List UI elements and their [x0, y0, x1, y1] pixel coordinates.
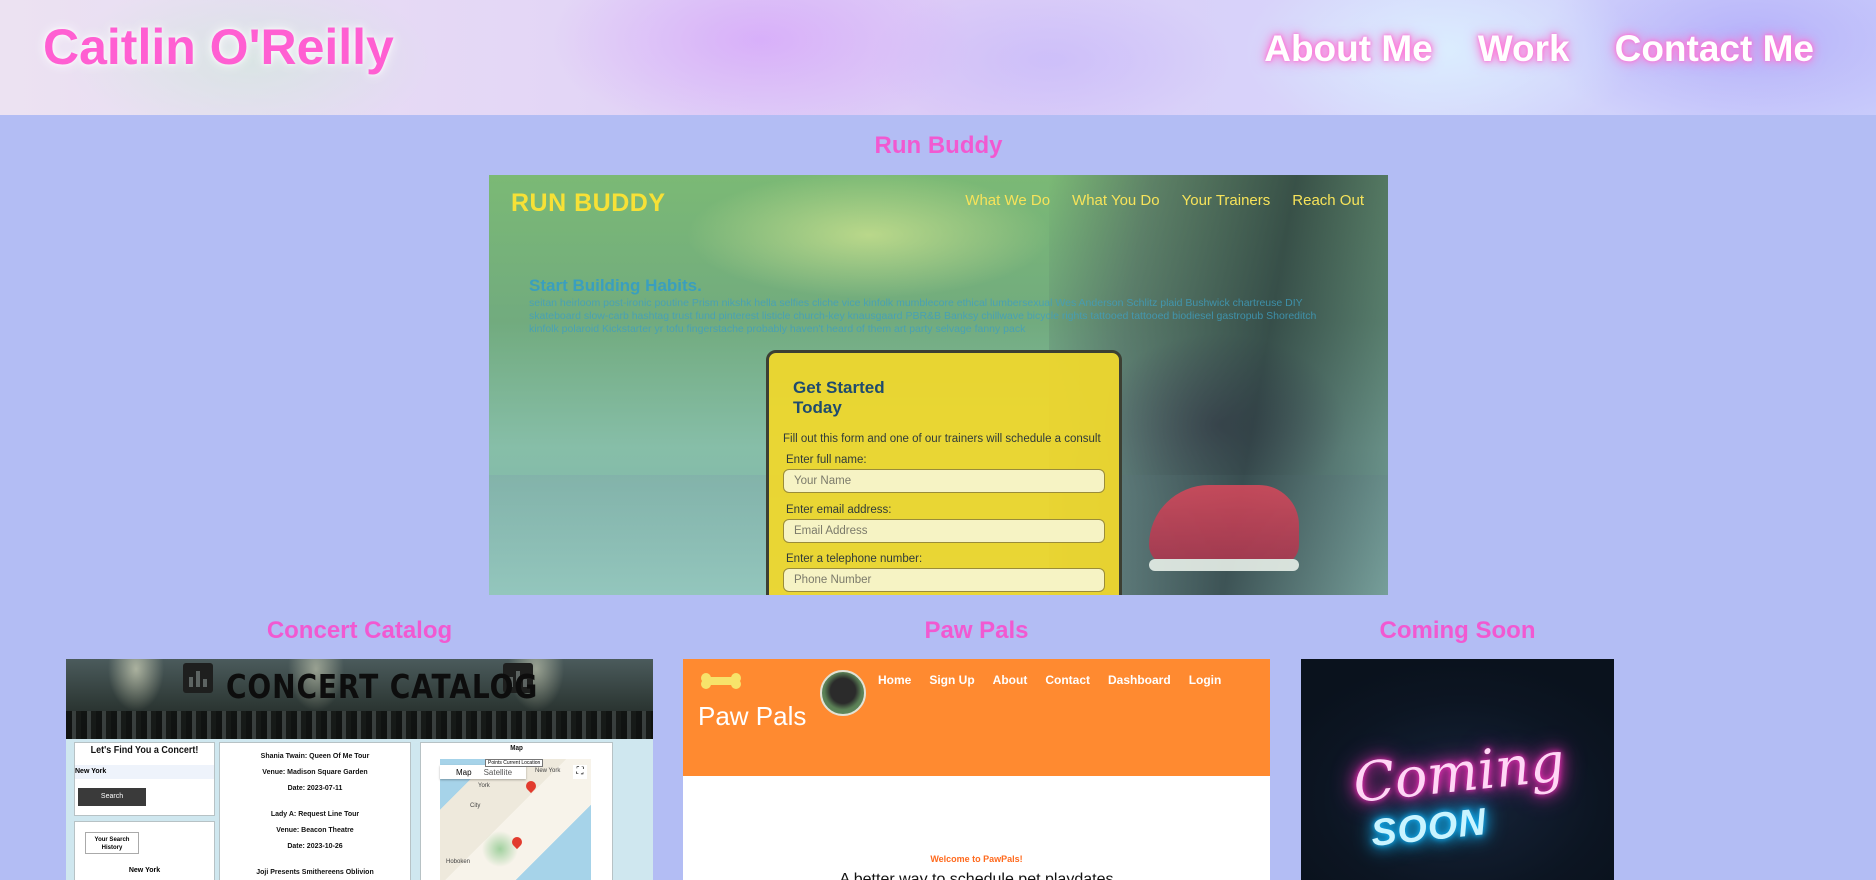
- rb-form-description: Fill out this form and one of our traine…: [783, 433, 1101, 445]
- cc-map-heading: Map: [510, 745, 523, 752]
- project-title-run-buddy: Run Buddy: [874, 132, 1003, 159]
- cc-event-2-venue: Venue: Beacon Theatre: [276, 827, 354, 834]
- rb-hero-text: seitan heirloom post-ironic poutine Pris…: [529, 297, 1317, 335]
- cc-history-button: Your Search History: [85, 832, 139, 854]
- rb-signup-form: Get Started Today Fill out this form and…: [766, 350, 1122, 595]
- rb-name-input: [783, 469, 1105, 493]
- cc-events-panel: Shania Twain: Queen Of Me Tour Venue: Ma…: [219, 742, 411, 880]
- cc-search-input: New York: [75, 765, 214, 779]
- rb-nav-what-you-do: What You Do: [1072, 192, 1160, 209]
- rb-nav-your-trainers: Your Trainers: [1181, 192, 1271, 209]
- cc-map-tab-satellite: Satellite: [483, 767, 513, 777]
- fullscreen-icon: ⛶: [573, 765, 587, 779]
- run-buddy-logo: RUN BUDDY: [511, 189, 666, 217]
- cc-map-panel: Map Map Satellite Points Current Locatio…: [420, 742, 613, 880]
- rb-nav-reach-out: Reach Out: [1292, 192, 1364, 209]
- rb-phone-label: Enter a telephone number:: [786, 553, 923, 565]
- pp-brand: Paw Pals: [698, 701, 807, 731]
- pp-nav-login: Login: [1188, 673, 1222, 687]
- cc-search-heading: Let's Find You a Concert!: [90, 745, 199, 756]
- main-nav: About Me Work Contact Me: [1264, 28, 1814, 70]
- project-title-paw-pals: Paw Pals: [924, 617, 1029, 644]
- project-title-concert-catalog: Concert Catalog: [266, 617, 453, 644]
- cc-event-1-name: Shania Twain: Queen Of Me Tour: [260, 753, 370, 760]
- bone-icon: [701, 673, 741, 689]
- cc-map-label-city: City: [470, 803, 481, 809]
- cc-event-3-name: Joji Presents Smithereens Oblivion: [256, 869, 374, 876]
- pp-nav-contact: Contact: [1045, 673, 1090, 687]
- pp-nav-sign-up: Sign Up: [929, 673, 975, 687]
- site-header: Caitlin O'Reilly About Me Work Contact M…: [0, 0, 1876, 115]
- cc-crowd-image: [66, 711, 653, 739]
- map-pin-icon: [509, 834, 525, 850]
- run-buddy-nav: What We Do What You Do Your Trainers Rea…: [965, 192, 1364, 209]
- rb-email-label: Enter email address:: [786, 504, 892, 516]
- cc-banner-title: CONCERT CATALOG: [226, 667, 539, 706]
- nav-about-me[interactable]: About Me: [1264, 28, 1433, 70]
- rb-phone-input: [783, 568, 1105, 592]
- rb-nav-what-we-do: What We Do: [965, 192, 1051, 209]
- cc-event-2-date: Date: 2023-10-26: [287, 843, 343, 850]
- project-title-coming-soon: Coming Soon: [1379, 617, 1536, 644]
- cc-history-panel: Your Search History New York: [74, 821, 215, 880]
- pp-welcome: Welcome to PawPals!: [930, 854, 1023, 864]
- cc-map-label-hoboken: Hoboken: [446, 859, 471, 865]
- dog-avatar: [820, 670, 866, 716]
- cc-event-1-venue: Venue: Madison Square Garden: [262, 769, 368, 776]
- concert-catalog-screenshot[interactable]: CONCERT CATALOG Let's Find You a Concert…: [66, 659, 653, 880]
- map-pin-icon: [523, 778, 539, 794]
- rb-form-title: Get Started Today: [793, 378, 885, 417]
- cc-event-2-name: Lady A: Request Line Tour: [270, 811, 360, 818]
- paw-pals-screenshot[interactable]: Paw Pals Home Sign Up About Contact Dash…: [683, 659, 1270, 880]
- nav-work[interactable]: Work: [1478, 28, 1570, 70]
- cc-chart-icon-left: [183, 663, 213, 693]
- cc-event-1-date: Date: 2023-07-11: [287, 785, 343, 792]
- pp-tagline: A better way to schedule pet playdates: [839, 871, 1114, 880]
- cc-history-item: New York: [128, 867, 161, 874]
- cc-search-panel: Let's Find You a Concert! New York Searc…: [74, 742, 215, 816]
- coming-soon-image: Coming SOON: [1301, 659, 1614, 880]
- cc-map-tooltip: Points Current Location: [485, 759, 544, 767]
- rb-hero-title: Start Building Habits.: [529, 276, 702, 295]
- cc-search-button: Search: [78, 788, 146, 806]
- rb-name-label: Enter full name:: [786, 454, 867, 466]
- site-brand[interactable]: Caitlin O'Reilly: [43, 18, 394, 76]
- cc-map: Map Satellite Points Current Location ⛶ …: [440, 759, 591, 880]
- pp-nav-about: About: [992, 673, 1028, 687]
- pp-nav-home: Home: [878, 673, 912, 687]
- pp-nav: Home Sign Up About Contact Dashboard Log…: [878, 673, 1221, 687]
- cc-map-label-new-york: New York: [535, 768, 561, 774]
- running-shoe-image: [1149, 485, 1299, 571]
- rb-email-input: [783, 519, 1105, 543]
- pp-nav-dashboard: Dashboard: [1108, 673, 1171, 687]
- cc-map-type-control: Map Satellite: [440, 765, 526, 779]
- run-buddy-screenshot[interactable]: RUN BUDDY What We Do What You Do Your Tr…: [489, 175, 1388, 595]
- neon-coming-text: Coming: [1350, 730, 1568, 815]
- nav-contact-me[interactable]: Contact Me: [1615, 28, 1814, 70]
- cc-map-tab-map: Map: [456, 767, 472, 777]
- cc-map-label-york: York: [478, 783, 490, 789]
